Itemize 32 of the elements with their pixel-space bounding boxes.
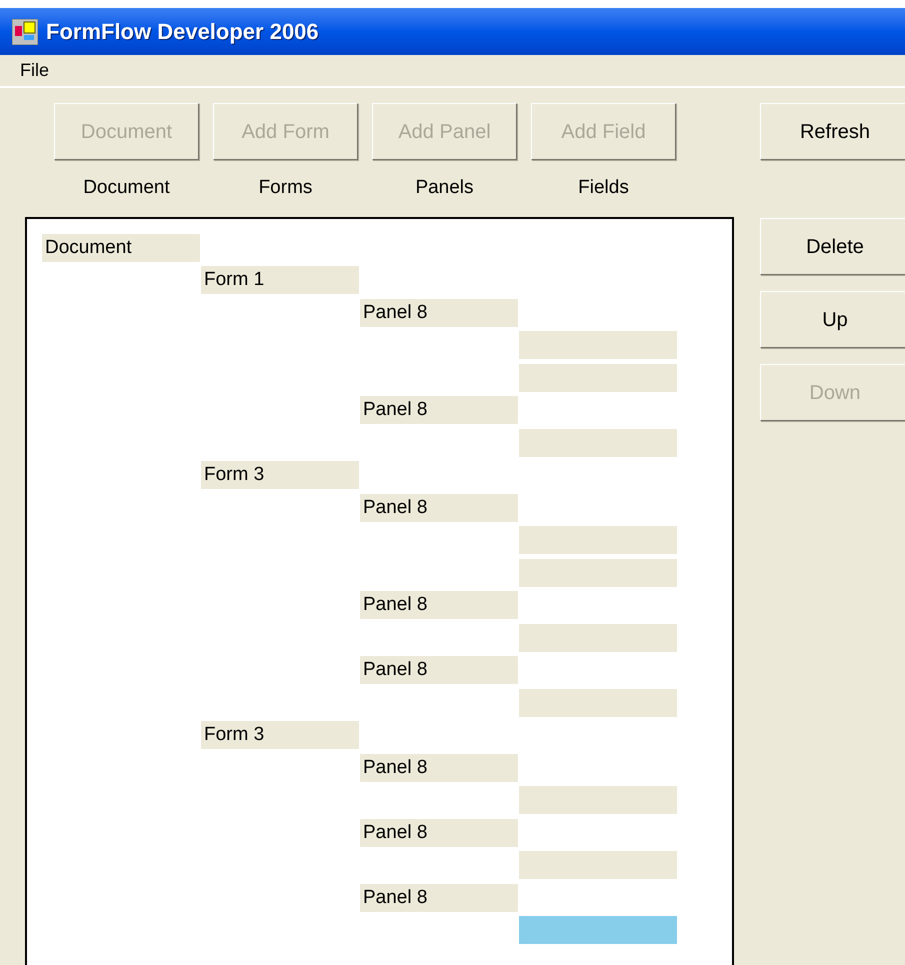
tree-node[interactable]: Panel 8 — [360, 754, 518, 782]
tree-node[interactable] — [519, 364, 677, 392]
column-label: Forms — [258, 176, 312, 200]
tree-node[interactable]: Form 3 — [201, 721, 359, 749]
button[interactable]: Delete — [760, 218, 905, 275]
tree-node[interactable] — [519, 331, 677, 359]
button[interactable]: Refresh — [760, 103, 905, 160]
tree-node[interactable]: Panel 8 — [360, 884, 518, 912]
button[interactable]: Up — [760, 291, 905, 348]
tree-node[interactable]: Panel 8 — [360, 494, 518, 522]
tree-node[interactable] — [519, 688, 677, 716]
column-label: Fields — [578, 176, 629, 200]
tree-node[interactable]: Form 3 — [201, 461, 359, 489]
tree-node[interactable]: Panel 8 — [360, 591, 518, 619]
tree-node[interactable] — [519, 558, 677, 586]
tree-node[interactable] — [519, 786, 677, 814]
window-title: FormFlow Developer 2006 — [46, 18, 319, 46]
tree-node[interactable]: Document — [42, 234, 200, 262]
tree-node[interactable] — [519, 851, 677, 879]
column-label: Document — [83, 176, 170, 200]
tree-node[interactable] — [519, 526, 677, 554]
column-label: Panels — [415, 176, 474, 200]
tree-node[interactable]: Panel 8 — [360, 818, 518, 846]
tree-node[interactable]: Panel 8 — [360, 396, 518, 424]
app-icon — [12, 18, 38, 44]
tree-node[interactable]: Panel 8 — [360, 656, 518, 684]
tree-node[interactable] — [519, 428, 677, 456]
tree-node[interactable]: Panel 8 — [360, 298, 518, 326]
menu-item[interactable]: File — [20, 57, 50, 84]
tree-node[interactable]: Form 1 — [201, 266, 359, 294]
tree-node[interactable] — [519, 916, 677, 944]
tree-node[interactable] — [519, 624, 677, 652]
